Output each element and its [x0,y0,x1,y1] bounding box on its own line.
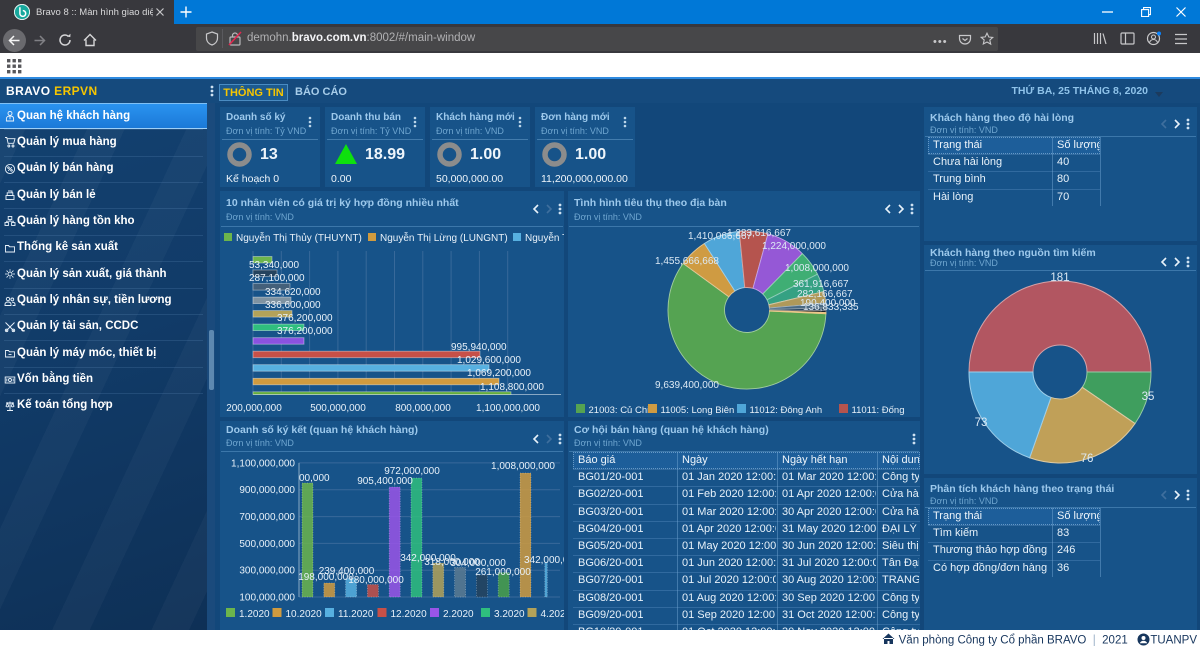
svg-text:21003: Củ Chi: 21003: Củ Chi [589,405,650,416]
svg-text:905,400,000: 905,400,000 [357,476,413,487]
svg-text:800,000,000: 800,000,000 [395,403,451,414]
svg-text:1,455,666,668: 1,455,666,668 [655,256,719,267]
svg-text:11005: Long Biên: 11005: Long Biên [661,405,735,416]
svg-text:336,600,000: 336,600,000 [265,300,321,311]
svg-text:136,833,335: 136,833,335 [803,302,859,313]
svg-text:2.2020: 2.2020 [443,609,474,620]
svg-text:76: 76 [1081,453,1094,465]
svg-text:261,000,000: 261,000,000 [475,567,531,578]
svg-text:Nguyễn T: Nguyễn T [525,231,564,244]
svg-text:3.2020: 3.2020 [494,609,525,620]
svg-text:342,000,00: 342,000,00 [524,555,564,566]
svg-text:376,200,000: 376,200,000 [277,313,333,324]
svg-text:35: 35 [1142,391,1155,403]
svg-text:11.2020: 11.2020 [338,609,374,620]
svg-text:1,069,200,000: 1,069,200,000 [467,368,531,379]
svg-text:181: 181 [1050,272,1069,284]
svg-text:900,000,000: 900,000,000 [239,485,295,496]
svg-text:1,283,616,667: 1,283,616,667 [727,228,791,239]
svg-text:10.2020: 10.2020 [286,609,323,620]
svg-text:Nguyễn Thị Lừng (LUNGNT): Nguyễn Thị Lừng (LUNGNT) [380,231,508,244]
svg-text:12.2020: 12.2020 [391,609,428,620]
svg-text:376,200,000: 376,200,000 [277,326,333,337]
svg-text:700,000,000: 700,000,000 [239,512,295,523]
svg-text:1,100,000,000: 1,100,000,000 [231,458,295,469]
svg-text:1,008,000,000: 1,008,000,000 [785,263,849,274]
svg-text:100,000,000: 100,000,000 [239,593,295,604]
svg-text:1,100,000,000: 1,100,000,000 [476,403,540,414]
svg-text:500,000,000: 500,000,000 [239,539,295,550]
svg-text:73: 73 [975,417,988,429]
svg-text:334,620,000: 334,620,000 [265,287,321,298]
svg-text:1,008,000,000: 1,008,000,000 [491,461,555,472]
svg-text:Nguyễn Thị Thủy (THUYNT): Nguyễn Thị Thủy (THUYNT) [236,231,362,244]
svg-text:53,340,000: 53,340,000 [249,260,299,271]
svg-text:995,940,000: 995,940,000 [451,342,507,353]
svg-text:972,000,000: 972,000,000 [384,466,440,477]
svg-text:9,639,400,000: 9,639,400,000 [655,380,719,391]
svg-text:300,000,000: 300,000,000 [239,566,295,577]
svg-text:11011: Đống: 11011: Đống [852,405,905,416]
svg-text:1,224,000,000: 1,224,000,000 [762,241,826,252]
svg-text:00,000: 00,000 [299,473,330,484]
svg-text:1,029,600,000: 1,029,600,000 [457,355,521,366]
svg-text:4.2020: 4.2020 [541,609,565,620]
svg-text:200,000,000: 200,000,000 [226,403,282,414]
svg-text:500,000,000: 500,000,000 [310,403,366,414]
svg-text:1.2020: 1.2020 [239,609,270,620]
svg-text:287,100,000: 287,100,000 [249,273,305,284]
svg-text:1,108,800,000: 1,108,800,000 [480,382,544,393]
svg-text:11012: Đông Anh: 11012: Đông Anh [750,405,823,416]
svg-text:180,000,000: 180,000,000 [348,575,404,586]
